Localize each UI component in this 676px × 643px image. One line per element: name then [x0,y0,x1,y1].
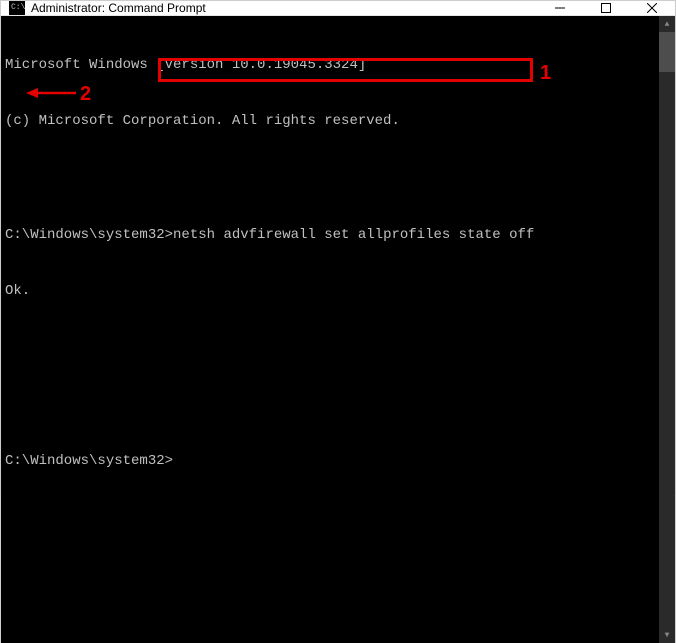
terminal-container: Microsoft Windows [Version 10.0.19045.33… [1,16,675,643]
blank-line [5,339,655,358]
window-title: Administrator: Command Prompt [31,1,206,15]
scrollbar-down-arrow-icon[interactable]: ▼ [659,627,675,643]
maximize-button[interactable] [583,1,629,15]
copyright-line: (c) Microsoft Corporation. All rights re… [5,112,655,131]
terminal-output[interactable]: Microsoft Windows [Version 10.0.19045.33… [1,16,659,643]
prompt-line-1: C:\Windows\system32>netsh advfirewall se… [5,226,655,245]
minimize-icon [555,3,565,13]
blank-line [5,169,655,188]
close-button[interactable] [629,1,675,15]
command-prompt-window: C:\ Administrator: Command Prompt Micros… [0,0,676,495]
titlebar[interactable]: C:\ Administrator: Command Prompt [1,1,675,16]
blank-line [5,396,655,415]
scrollbar-thumb[interactable] [659,32,675,72]
annotation-label-2: 2 [80,81,91,108]
annotation-arrow-2 [26,86,76,100]
prompt-prefix: C:\Windows\system32> [5,227,173,243]
vertical-scrollbar[interactable]: ▲ ▼ [659,16,675,643]
prompt-prefix: C:\Windows\system32> [5,453,173,469]
titlebar-left: C:\ Administrator: Command Prompt [9,1,206,15]
minimize-button[interactable] [537,1,583,15]
response-line: Ok. [5,282,655,301]
cmd-icon: C:\ [9,1,25,15]
prompt-line-2: C:\Windows\system32> [5,452,655,471]
command-text: netsh advfirewall set allprofiles state … [173,227,534,243]
maximize-icon [601,3,611,13]
close-icon [647,3,657,13]
scrollbar-up-arrow-icon[interactable]: ▲ [659,16,675,32]
version-line: Microsoft Windows [Version 10.0.19045.33… [5,56,655,75]
window-controls [537,1,675,15]
